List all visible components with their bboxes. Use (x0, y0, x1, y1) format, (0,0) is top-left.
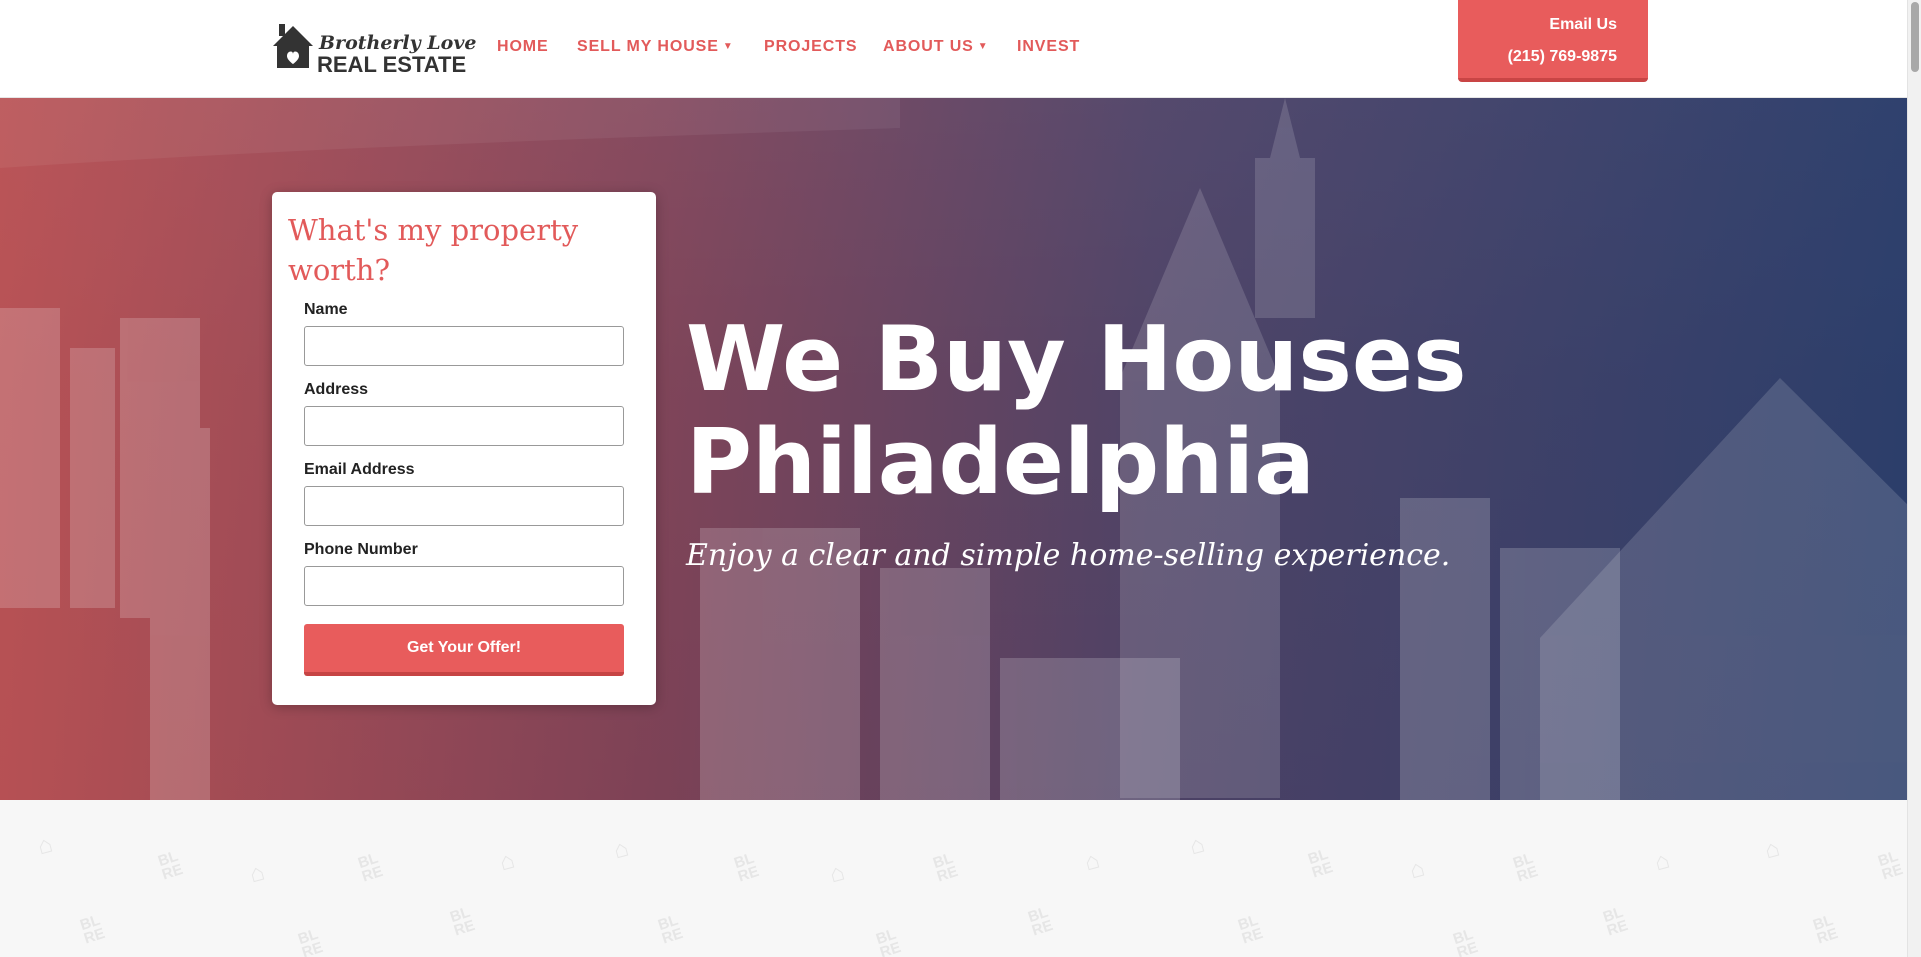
valuation-form: What's my property worth? Name Address E… (272, 192, 656, 705)
phone-link[interactable]: (215) 769-9875 (1508, 48, 1617, 66)
pattern-section: ⌂ BL RE ⌂ BL RE ⌂ ⌂ BL RE ⌂ BL RE ⌂ ⌂ BL RE ⌂… (0, 800, 1921, 957)
house-icon: ⌂ (496, 846, 518, 877)
pattern-monogram: BL RE (295, 925, 325, 957)
nav-sell-my-house[interactable]: SELL MY HOUSE ▼ (577, 38, 734, 56)
site-header: Brotherly Love REAL ESTATE HOME SELL MY … (0, 0, 1921, 98)
hero-subheading: Enjoy a clear and simple home-selling ex… (686, 538, 1451, 573)
pattern-monogram: BL RE (1305, 845, 1335, 882)
house-icon: ⌂ (826, 858, 848, 889)
hero-heading-line1: We Buy Houses (686, 307, 1467, 412)
house-icon: ⌂ (1081, 846, 1103, 877)
house-icon (273, 24, 313, 68)
pattern-monogram: BL RE (1600, 903, 1630, 940)
pattern-monogram: BL RE (1235, 911, 1265, 948)
hero-section: What's my property worth? Name Address E… (0, 98, 1921, 800)
get-offer-button[interactable]: Get Your Offer! (304, 624, 624, 676)
house-icon: ⌂ (1406, 854, 1428, 885)
email-label: Email Address (304, 461, 415, 478)
address-input[interactable] (304, 406, 624, 446)
pattern-monogram: BL RE (1875, 847, 1905, 884)
caret-down-icon: ▼ (722, 41, 734, 52)
pattern-monogram: BL RE (873, 925, 903, 957)
nav-home[interactable]: HOME (497, 38, 549, 56)
pattern-monogram: BL RE (447, 903, 477, 940)
pattern-monogram: BL RE (930, 849, 960, 886)
pattern-monogram: BL RE (77, 911, 107, 948)
house-icon: ⌂ (1651, 846, 1673, 877)
address-label: Address (304, 381, 369, 398)
house-icon: ⌂ (610, 834, 632, 865)
house-icon: ⌂ (1761, 834, 1783, 865)
phone-label: Phone Number (304, 541, 418, 558)
nav-about-us[interactable]: ABOUT US ▼ (883, 38, 989, 56)
house-icon: ⌂ (246, 858, 268, 889)
email-input[interactable] (304, 486, 624, 526)
pattern-monogram: BL RE (355, 849, 385, 886)
name-input[interactable] (304, 326, 624, 366)
contact-box: Email Us (215) 769-9875 (1458, 0, 1648, 82)
nav-projects[interactable]: PROJECTS (764, 38, 857, 56)
page-scrollbar[interactable] (1907, 0, 1921, 957)
phone-input[interactable] (304, 566, 624, 606)
pattern-monogram: BL RE (1025, 903, 1055, 940)
form-title: What's my property worth? (288, 213, 579, 287)
nav-invest[interactable]: INVEST (1017, 38, 1080, 56)
pattern-monogram: BL RE (731, 849, 761, 886)
nav-sell-my-house-label: SELL MY HOUSE (577, 38, 719, 55)
logo-text-top: Brotherly Love (319, 32, 477, 54)
pattern-monogram: BL RE (1510, 849, 1540, 886)
name-label: Name (304, 301, 348, 318)
house-icon: ⌂ (1186, 830, 1208, 861)
scrollbar-thumb[interactable] (1911, 2, 1919, 72)
nav-invest-label: INVEST (1017, 38, 1081, 55)
house-icon: ⌂ (34, 830, 56, 861)
nav-projects-label: PROJECTS (764, 38, 858, 55)
email-us-link[interactable]: Email Us (1549, 16, 1617, 34)
nav-about-us-label: ABOUT US (883, 38, 974, 55)
pattern-monogram: BL RE (1810, 911, 1840, 948)
pattern-monogram: BL RE (1450, 925, 1480, 957)
caret-down-icon: ▼ (977, 41, 989, 52)
hero-heading-line2: Philadelphia (686, 410, 1315, 515)
nav-home-label: HOME (497, 38, 549, 55)
pattern-monogram: BL RE (655, 911, 685, 948)
hero-heading: We Buy Houses Philadelphia (686, 308, 1467, 514)
brand-logo[interactable]: Brotherly Love REAL ESTATE (271, 22, 476, 77)
pattern-monogram: BL RE (155, 847, 185, 884)
logo-text-bottom: REAL ESTATE (317, 52, 467, 77)
